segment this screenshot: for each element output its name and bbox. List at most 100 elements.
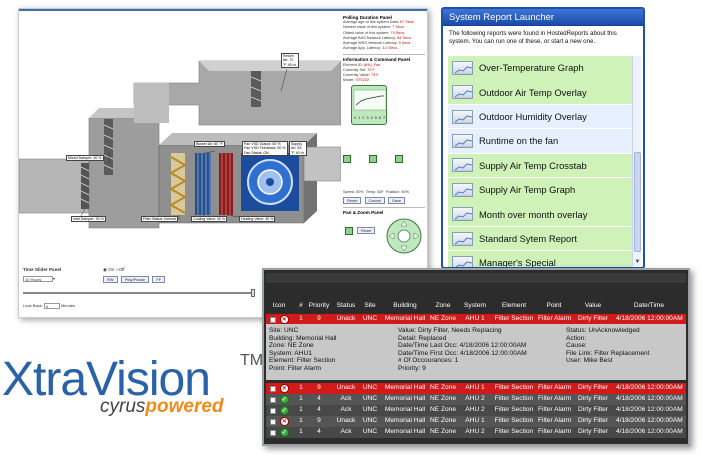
alarm-row[interactable]: ✕ 1 9 Unack UNC Memorial Hall NE Zone AHU 1 Filt… (266, 416, 686, 427)
control-square-3[interactable] (395, 155, 403, 164)
report-item[interactable]: Manager's Special (448, 251, 632, 267)
on-radio-icon[interactable]: ◉ (103, 267, 107, 272)
column-header[interactable]: Building (384, 302, 426, 309)
line-value: AHU_Fan (363, 62, 381, 67)
detail-line: Priority: 9 (398, 364, 426, 372)
detail-line: Site: UNC (269, 327, 299, 334)
fast-forward-button[interactable]: FF (152, 276, 166, 283)
row-checkbox[interactable] (270, 429, 276, 436)
alarm-row[interactable]: ✕ 1 9 Unack UNC Memorial Hall NE Zone AHU 1 Filt… (266, 383, 686, 394)
air-handler-diagram[interactable] (19, 13, 341, 265)
cell-point: Filter Alarm (538, 428, 572, 435)
row-checkbox[interactable] (270, 316, 276, 323)
cell-status: Ack (340, 428, 352, 435)
panzoom-square[interactable] (345, 227, 353, 236)
cell-status: Ack (340, 395, 352, 402)
blower-air-tag: Blower Air: 60 °F (194, 141, 225, 148)
save-button[interactable]: Save (388, 196, 406, 205)
window-top-border (19, 9, 427, 11)
detail-column-3: Status: UnAcknowledged Action: Cause: File … (566, 327, 650, 365)
report-item[interactable]: Supply Air Temp Crosstab (448, 153, 632, 178)
cell-status: Ack (340, 406, 352, 413)
line-label: Element ID: (343, 62, 364, 67)
column-header[interactable]: # (296, 302, 306, 309)
row-checkbox[interactable] (270, 407, 276, 414)
column-header[interactable]: Icon (268, 302, 290, 309)
cell-site: UNC (362, 315, 378, 322)
row-checkbox[interactable] (270, 396, 276, 403)
inlet-duct (19, 158, 90, 214)
look-back-row: Look Back: 0 Minutes (23, 303, 75, 309)
line-value: 5 Secs. (398, 41, 412, 46)
column-header[interactable]: Priority (306, 302, 332, 309)
pan-wheel[interactable] (385, 217, 423, 255)
report-item[interactable]: Outdoor Air Temp Overlay (448, 80, 632, 104)
row-checkbox[interactable] (270, 418, 276, 425)
temp-readout: Temp: 53F (365, 189, 384, 194)
cell-priority: 4 (317, 428, 321, 435)
cell-site: UNC (362, 395, 378, 402)
report-label: Outdoor Humidity Overlay (479, 111, 587, 123)
chart-icon (452, 60, 473, 75)
alarm-row[interactable]: ✕ 1 9 Unack UNC Memorial Hall NE Zone AHU 1 Filt… (266, 314, 686, 325)
playback-buttons: RW Play/Pause FF (103, 276, 167, 283)
column-header[interactable]: Status (334, 302, 358, 309)
column-header[interactable]: Date/Time (616, 302, 682, 309)
cell-status: Unack (336, 384, 356, 391)
look-back-input[interactable]: 0 (43, 303, 60, 309)
detail-line: Date/Time Last Occ: 4/18/2006 12:00:00AM (398, 342, 527, 350)
look-back-label: Look Back: (23, 303, 43, 309)
play-pause-button[interactable]: Play/Pause (120, 276, 150, 283)
alarm-ack-icon: ✓ (280, 428, 289, 437)
column-header[interactable]: System (460, 302, 490, 309)
control-square-2[interactable] (369, 155, 377, 164)
detail-line: Action: (566, 334, 587, 342)
report-item[interactable]: Supply Air Temp Graph (448, 177, 632, 202)
report-item[interactable]: Over-Temperature Graph (448, 56, 632, 80)
cooling-valve-tag: Cooling Valve: 30 % (191, 216, 228, 223)
row-checkbox[interactable] (270, 385, 276, 392)
scroll-down-icon[interactable]: ▼ (633, 258, 642, 266)
chart-icon (452, 207, 473, 222)
cell-site: UNC (362, 384, 378, 391)
cell-datetime: 4/18/2006 12:00:00AM (616, 428, 683, 435)
panzoom-reset-button[interactable]: Reset (357, 227, 376, 235)
report-item[interactable]: Runtime on the fan (448, 129, 632, 153)
control-square-1[interactable] (343, 155, 351, 164)
cell-point: Filter Alarm (538, 315, 572, 322)
supply-duct (303, 146, 341, 182)
launcher-scrollbar[interactable]: ▼ (632, 56, 641, 266)
logo-trademark: TM (240, 352, 264, 369)
chart-icon (452, 231, 473, 246)
cell-priority: 4 (317, 406, 321, 413)
mixed-damper-tag: Mixed Damper: 30 % (66, 155, 104, 162)
scrollbar-thumb[interactable] (634, 152, 641, 252)
report-label: Supply Air Temp Crosstab (479, 159, 587, 171)
column-header[interactable]: Value (572, 302, 614, 309)
alarm-row[interactable]: ✓ 1 4 Ack UNC Memorial Hall NE Zone AHU 2 Filter… (266, 427, 686, 438)
column-header[interactable]: Point (538, 302, 570, 309)
detail-line: Detail: Replaced (398, 334, 447, 342)
cancel-button[interactable]: Cancel (364, 196, 385, 205)
time-slider-thumb[interactable] (251, 289, 255, 297)
cell-zone: NE Zone (429, 406, 457, 413)
report-item[interactable]: Outdoor Humidity Overlay (448, 104, 632, 129)
trend-line (353, 90, 387, 111)
cell-building: Memorial Hall (384, 395, 426, 402)
column-header[interactable]: Zone (428, 302, 458, 309)
column-header[interactable]: Site (360, 302, 380, 309)
time-slider-track[interactable] (23, 292, 255, 294)
cell-building: Memorial Hall (384, 417, 426, 424)
cell-zone: NE Zone (429, 417, 457, 424)
cell-datetime: 4/18/2006 12:00:00AM (616, 315, 683, 322)
reset-button[interactable]: Reset (343, 196, 362, 205)
hours-select[interactable]: 10 Hours ▾ (23, 276, 55, 282)
alarm-row[interactable]: ✓ 1 4 Ack UNC Memorial Hall NE Zone AHU 2 Filter… (266, 394, 686, 405)
trend-chart[interactable]: 0 1 2 3 4 5 6 7 (351, 85, 387, 126)
report-item[interactable]: Month over month overlay (448, 202, 632, 226)
rewind-button[interactable]: RW (103, 276, 118, 283)
cell-site: UNC (362, 417, 378, 424)
column-header[interactable]: Element (491, 302, 537, 309)
report-item[interactable]: Standard Sytem Report (448, 226, 632, 251)
alarm-row[interactable]: ✓ 1 4 Ack UNC Memorial Hall NE Zone AHU 2 Filter… (266, 405, 686, 416)
